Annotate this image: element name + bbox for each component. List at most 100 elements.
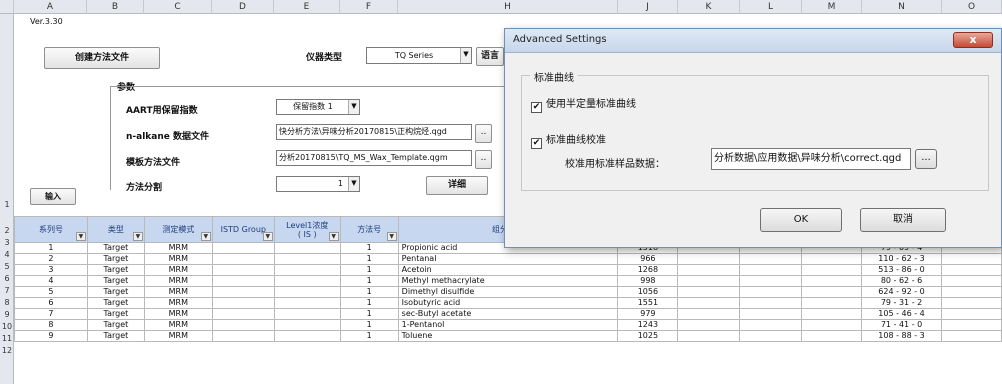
col-header[interactable]: D xyxy=(212,0,274,14)
table-cell[interactable] xyxy=(941,253,1002,265)
table-cell[interactable]: 8 xyxy=(14,319,88,331)
dropdown-arrow-icon[interactable]: ▼ xyxy=(348,100,359,114)
table-cell[interactable] xyxy=(801,286,863,298)
template-file-field[interactable]: 分析20170815\TQ_MS_Wax_Template.qgm xyxy=(276,150,472,166)
table-cell[interactable] xyxy=(273,319,341,331)
table-cell[interactable] xyxy=(739,297,803,309)
table-cell[interactable] xyxy=(801,330,863,342)
row-header[interactable]: 11 xyxy=(0,334,14,343)
detail-button[interactable]: 详细 xyxy=(426,176,488,195)
header-method-no[interactable]: 方法号 ▼ xyxy=(339,216,399,243)
table-cell[interactable] xyxy=(211,253,275,265)
table-cell[interactable] xyxy=(801,264,863,276)
header-istd-group[interactable]: ISTD Group ▼ xyxy=(211,216,275,243)
row-header[interactable]: 6 xyxy=(0,274,14,283)
table-cell[interactable]: 1551 xyxy=(617,297,679,309)
table-cell[interactable] xyxy=(211,297,275,309)
table-cell[interactable] xyxy=(941,308,1002,320)
table-cell[interactable]: 1 xyxy=(14,242,88,254)
table-cell[interactable] xyxy=(677,330,741,342)
corner-cell[interactable] xyxy=(0,0,14,14)
dropdown-arrow-icon[interactable]: ▼ xyxy=(348,177,359,191)
table-cell[interactable]: Pentanal xyxy=(397,253,619,265)
filter-icon[interactable]: ▼ xyxy=(328,232,339,241)
table-cell[interactable]: Target xyxy=(86,330,145,342)
table-cell[interactable] xyxy=(941,297,1002,309)
table-cell[interactable] xyxy=(273,286,341,298)
col-header[interactable]: M xyxy=(802,0,862,14)
table-cell[interactable] xyxy=(273,242,341,254)
table-cell[interactable] xyxy=(739,330,803,342)
table-cell[interactable]: MRM xyxy=(143,275,213,287)
table-cell[interactable]: Target xyxy=(86,253,145,265)
table-cell[interactable]: 966 xyxy=(617,253,679,265)
table-cell[interactable]: 5 xyxy=(14,286,88,298)
table-cell[interactable] xyxy=(941,264,1002,276)
table-cell[interactable] xyxy=(273,297,341,309)
alkane-browse-button[interactable]: .. xyxy=(475,124,492,143)
dialog-title-bar[interactable]: Advanced Settings x xyxy=(505,29,1001,53)
table-cell[interactable]: 1268 xyxy=(617,264,679,276)
col-header[interactable]: K xyxy=(678,0,740,14)
table-cell[interactable] xyxy=(211,308,275,320)
table-cell[interactable]: MRM xyxy=(143,297,213,309)
table-cell[interactable] xyxy=(677,275,741,287)
row-header[interactable]: 8 xyxy=(0,298,14,307)
table-cell[interactable]: 1 xyxy=(339,286,399,298)
table-cell[interactable]: 1 xyxy=(339,297,399,309)
table-cell[interactable] xyxy=(739,264,803,276)
row-header[interactable]: 9 xyxy=(0,310,14,319)
table-cell[interactable] xyxy=(739,253,803,265)
table-cell[interactable]: 1243 xyxy=(617,319,679,331)
table-cell[interactable] xyxy=(941,319,1002,331)
table-cell[interactable] xyxy=(739,275,803,287)
table-cell[interactable] xyxy=(739,308,803,320)
table-cell[interactable]: 79 - 31 - 2 xyxy=(861,297,942,309)
table-cell[interactable]: 1-Pentanol xyxy=(397,319,619,331)
table-cell[interactable] xyxy=(677,308,741,320)
table-cell[interactable] xyxy=(941,330,1002,342)
table-cell[interactable]: Methyl methacrylate xyxy=(397,275,619,287)
table-cell[interactable]: sec-Butyl acetate xyxy=(397,308,619,320)
create-method-file-button[interactable]: 创建方法文件 xyxy=(44,47,160,69)
header-type[interactable]: 类型 ▼ xyxy=(86,216,145,243)
table-cell[interactable]: Target xyxy=(86,275,145,287)
table-cell[interactable] xyxy=(677,264,741,276)
header-level1-conc[interactable]: Level1浓度 ( IS ) ▼ xyxy=(273,216,341,243)
filter-icon[interactable]: ▼ xyxy=(262,232,273,241)
table-cell[interactable] xyxy=(273,264,341,276)
table-cell[interactable]: 4 xyxy=(14,275,88,287)
header-series-no[interactable]: 系列号 ▼ xyxy=(14,216,88,243)
table-cell[interactable]: MRM xyxy=(143,264,213,276)
col-header[interactable]: C xyxy=(144,0,212,14)
table-cell[interactable] xyxy=(677,297,741,309)
filter-icon[interactable]: ▼ xyxy=(200,232,211,241)
ok-button[interactable]: OK xyxy=(760,208,842,232)
table-cell[interactable]: MRM xyxy=(143,242,213,254)
calib-browse-button[interactable]: ... xyxy=(915,149,937,169)
table-cell[interactable]: Target xyxy=(86,319,145,331)
table-cell[interactable]: 7 xyxy=(14,308,88,320)
table-cell[interactable] xyxy=(801,308,863,320)
table-cell[interactable]: MRM xyxy=(143,253,213,265)
close-icon[interactable]: x xyxy=(953,32,993,48)
table-cell[interactable]: 1056 xyxy=(617,286,679,298)
table-cell[interactable]: 998 xyxy=(617,275,679,287)
instrument-type-select[interactable]: TQ Series ▼ xyxy=(366,47,472,64)
table-cell[interactable] xyxy=(801,275,863,287)
table-cell[interactable]: Target xyxy=(86,242,145,254)
table-cell[interactable] xyxy=(739,319,803,331)
col-header[interactable]: E xyxy=(274,0,340,14)
aart-select[interactable]: 保留指数 1 ▼ xyxy=(276,99,360,115)
template-browse-button[interactable]: .. xyxy=(475,150,492,169)
table-cell[interactable]: 2 xyxy=(14,253,88,265)
table-cell[interactable] xyxy=(801,297,863,309)
table-cell[interactable] xyxy=(211,242,275,254)
col-header[interactable]: N xyxy=(862,0,942,14)
table-cell[interactable]: 1 xyxy=(339,264,399,276)
row-header[interactable]: 2 xyxy=(0,226,14,235)
table-cell[interactable]: 513 - 86 - 0 xyxy=(861,264,942,276)
table-cell[interactable] xyxy=(273,275,341,287)
table-cell[interactable] xyxy=(677,286,741,298)
table-cell[interactable]: 1 xyxy=(339,242,399,254)
